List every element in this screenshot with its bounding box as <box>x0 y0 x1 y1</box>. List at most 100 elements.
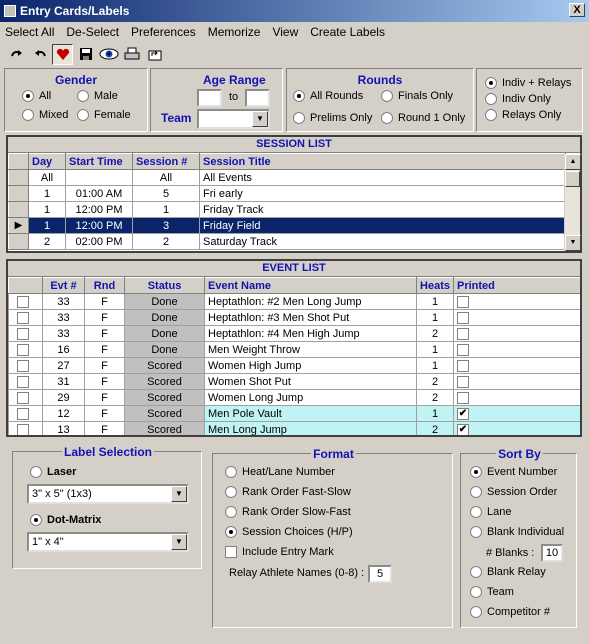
scroll-thumb[interactable] <box>565 171 580 187</box>
menu-de-select[interactable]: De-Select <box>66 25 119 39</box>
session-row[interactable]: 1 01:00 AM 5 Fri early <box>8 185 566 202</box>
gender-male-radio[interactable] <box>77 90 89 102</box>
rounds-all-option[interactable]: All Rounds <box>293 90 363 102</box>
row-selector[interactable] <box>8 233 29 250</box>
event-row[interactable]: 31 F Scored Women Shot Put 2 <box>8 373 580 390</box>
event-printed-cell[interactable] <box>453 325 580 342</box>
event-printed-checkbox[interactable]: ✔ <box>457 407 469 420</box>
redo-icon[interactable] <box>6 44 27 65</box>
event-select-cell[interactable] <box>8 421 43 435</box>
event-select-checkbox[interactable] <box>17 359 29 372</box>
sort-team-option[interactable]: Team <box>470 586 514 598</box>
event-printed-checkbox[interactable] <box>457 327 469 340</box>
col-round[interactable]: Rnd <box>84 277 125 294</box>
event-printed-cell[interactable] <box>453 341 580 358</box>
sort-event-number-radio[interactable] <box>470 466 482 478</box>
row-selector[interactable] <box>8 185 29 202</box>
sort-blank-relay-option[interactable]: Blank Relay <box>470 566 546 578</box>
rounds-prelims-radio[interactable] <box>293 112 305 124</box>
format-slow-fast-option[interactable]: Rank Order Slow-Fast <box>225 506 351 518</box>
event-row[interactable]: 27 F Scored Women High Jump 1 <box>8 357 580 374</box>
heart-icon[interactable] <box>52 43 73 65</box>
event-select-cell[interactable] <box>8 309 43 326</box>
session-row[interactable]: 1 12:00 PM 1 Friday Track <box>8 201 566 218</box>
event-printed-checkbox[interactable] <box>457 295 469 308</box>
scroll-up-icon[interactable]: ▲ <box>565 154 581 170</box>
eye-icon[interactable] <box>98 44 119 65</box>
scroll-down-icon[interactable]: ▼ <box>565 235 581 251</box>
event-select-cell[interactable] <box>8 325 43 342</box>
col-start-time[interactable]: Start Time <box>65 153 133 170</box>
sort-lane-radio[interactable] <box>470 506 482 518</box>
close-button[interactable]: X <box>569 3 585 17</box>
event-printed-cell[interactable]: ✔ <box>453 405 580 422</box>
sort-team-radio[interactable] <box>470 586 482 598</box>
format-session-choices-radio[interactable] <box>225 526 237 538</box>
menu-view[interactable]: View <box>272 25 298 39</box>
format-heat-lane-option[interactable]: Heat/Lane Number <box>225 466 335 478</box>
sort-session-order-option[interactable]: Session Order <box>470 486 557 498</box>
col-session-number[interactable]: Session # <box>132 153 200 170</box>
col-session-title[interactable]: Session Title <box>199 153 566 170</box>
event-select-checkbox[interactable] <box>17 343 29 356</box>
event-printed-checkbox[interactable] <box>457 359 469 372</box>
menu-select-all[interactable]: Select All <box>5 25 54 39</box>
row-pointer-icon[interactable]: ▶ <box>8 217 29 234</box>
event-select-cell[interactable] <box>8 293 43 310</box>
type-relays-option[interactable]: Relays Only <box>485 109 561 121</box>
col-status[interactable]: Status <box>124 277 205 294</box>
sort-session-order-radio[interactable] <box>470 486 482 498</box>
age-to-input[interactable] <box>245 89 270 107</box>
save-icon[interactable] <box>75 44 96 65</box>
event-printed-cell[interactable]: ✔ <box>453 421 580 435</box>
event-row[interactable]: 16 F Done Men Weight Throw 1 <box>8 341 580 358</box>
undo-icon[interactable] <box>29 44 50 65</box>
event-row[interactable]: 29 F Scored Women Long Jump 2 <box>8 389 580 406</box>
format-session-choices-option[interactable]: Session Choices (H/P) <box>225 526 353 538</box>
relay-names-input[interactable]: 5 <box>368 565 392 583</box>
chevron-down-icon[interactable]: ▼ <box>171 534 187 550</box>
event-select-checkbox[interactable] <box>17 407 29 420</box>
laser-option[interactable]: Laser <box>30 466 76 478</box>
chevron-down-icon[interactable]: ▼ <box>171 486 187 502</box>
gender-male-option[interactable]: Male <box>77 90 118 102</box>
session-row[interactable]: All All All Events <box>8 169 566 186</box>
sort-blank-individual-radio[interactable] <box>470 526 482 538</box>
event-printed-cell[interactable] <box>453 357 580 374</box>
age-from-input[interactable] <box>197 89 222 107</box>
include-entry-mark-option[interactable]: Include Entry Mark <box>225 546 334 558</box>
sort-lane-option[interactable]: Lane <box>470 506 511 518</box>
type-indiv-option[interactable]: Indiv Only <box>485 93 551 105</box>
gender-female-option[interactable]: Female <box>77 109 131 121</box>
sort-blank-individual-option[interactable]: Blank Individual <box>470 526 564 538</box>
event-printed-checkbox[interactable] <box>457 311 469 324</box>
gender-mixed-option[interactable]: Mixed <box>22 109 68 121</box>
event-select-checkbox[interactable] <box>17 423 29 435</box>
dot-size-select[interactable]: 1" x 4" ▼ <box>27 532 189 552</box>
col-event-name[interactable]: Event Name <box>203 277 418 294</box>
event-printed-cell[interactable] <box>453 389 580 406</box>
event-printed-checkbox[interactable] <box>457 391 469 404</box>
team-select[interactable]: ▼ <box>197 109 270 129</box>
format-heat-lane-radio[interactable] <box>225 466 237 478</box>
format-slow-fast-radio[interactable] <box>225 506 237 518</box>
rounds-prelims-option[interactable]: Prelims Only <box>293 112 372 124</box>
event-printed-cell[interactable] <box>453 309 580 326</box>
type-indiv-radio[interactable] <box>485 93 497 105</box>
event-select-cell[interactable] <box>8 357 43 374</box>
event-select-cell[interactable] <box>8 405 43 422</box>
row-selector[interactable] <box>8 169 29 186</box>
rounds-all-radio[interactable] <box>293 90 305 102</box>
gender-female-radio[interactable] <box>77 109 89 121</box>
sort-event-number-option[interactable]: Event Number <box>470 466 557 478</box>
export-icon[interactable] <box>144 44 165 65</box>
event-printed-checkbox[interactable]: ✔ <box>457 423 469 435</box>
laser-size-select[interactable]: 3" x 5" (1x3) ▼ <box>27 484 189 504</box>
gender-all-radio[interactable] <box>22 90 34 102</box>
row-selector[interactable] <box>8 201 29 218</box>
col-printed[interactable]: Printed <box>453 277 580 294</box>
include-entry-mark-checkbox[interactable] <box>225 546 237 558</box>
blanks-input[interactable]: 10 <box>541 544 563 562</box>
event-row[interactable]: 13 F Scored Men Long Jump 2 ✔ <box>8 421 580 435</box>
col-heats[interactable]: Heats <box>416 277 454 294</box>
